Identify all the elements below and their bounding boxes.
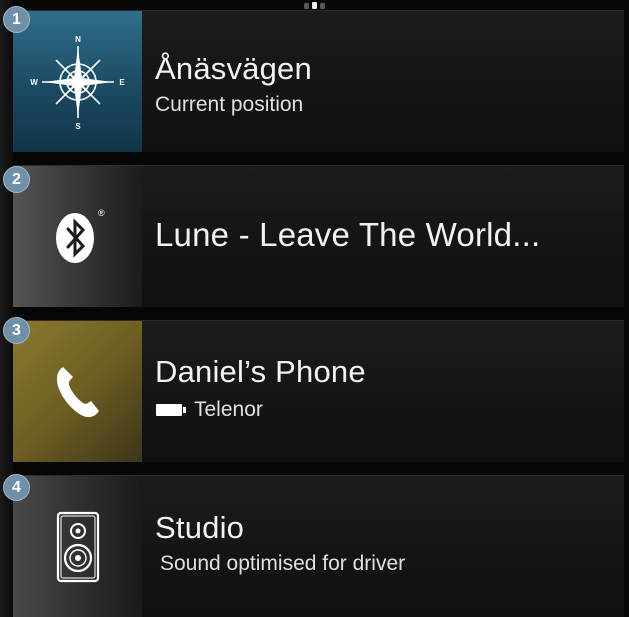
compass-e-label: E: [119, 78, 125, 87]
navigation-tile[interactable]: N S W E Ånäsvägen Current position: [13, 10, 624, 152]
phone-title: Daniel’s Phone: [155, 354, 366, 389]
compass-w-label: W: [30, 78, 38, 87]
home-screen: N S W E Ånäsvägen Current position ® Lun…: [0, 0, 629, 617]
page-indicator: [304, 2, 325, 9]
phone-handset-icon: [56, 366, 99, 417]
phone-thumbnail[interactable]: [13, 321, 142, 462]
media-tile[interactable]: ® Lune - Leave The World...: [13, 165, 624, 307]
battery-icon: [156, 404, 186, 416]
page-dot: [320, 2, 325, 9]
navigation-thumbnail[interactable]: N S W E: [13, 11, 142, 152]
phone-tile[interactable]: Daniel’s Phone Telenor: [13, 320, 624, 462]
audio-thumbnail[interactable]: [13, 476, 142, 617]
audio-tile[interactable]: Studio Sound optimised for driver: [13, 475, 624, 617]
callout-badge-3: 3: [3, 317, 30, 344]
navigation-subtitle: Current position: [155, 93, 304, 116]
page-dot-active: [312, 2, 317, 9]
navigation-title: Ånäsvägen: [155, 51, 312, 86]
page-dot: [304, 2, 309, 9]
carrier-name: Telenor: [194, 398, 263, 421]
compass-rose-icon: N S W E: [30, 35, 125, 131]
media-title: Lune - Leave The World...: [155, 216, 541, 253]
registered-mark: ®: [98, 208, 105, 218]
bluetooth-icon: ®: [55, 208, 105, 263]
left-edge-panel: [0, 0, 13, 617]
speaker-icon: [56, 511, 99, 582]
media-thumbnail[interactable]: ®: [13, 166, 142, 307]
audio-subtitle: Sound optimised for driver: [160, 552, 406, 575]
callout-badge-4: 4: [3, 474, 30, 501]
audio-title: Studio: [155, 510, 245, 545]
callout-badge-2: 2: [3, 166, 30, 193]
compass-s-label: S: [75, 122, 81, 131]
callout-badge-1: 1: [3, 6, 30, 33]
compass-n-label: N: [75, 35, 81, 44]
